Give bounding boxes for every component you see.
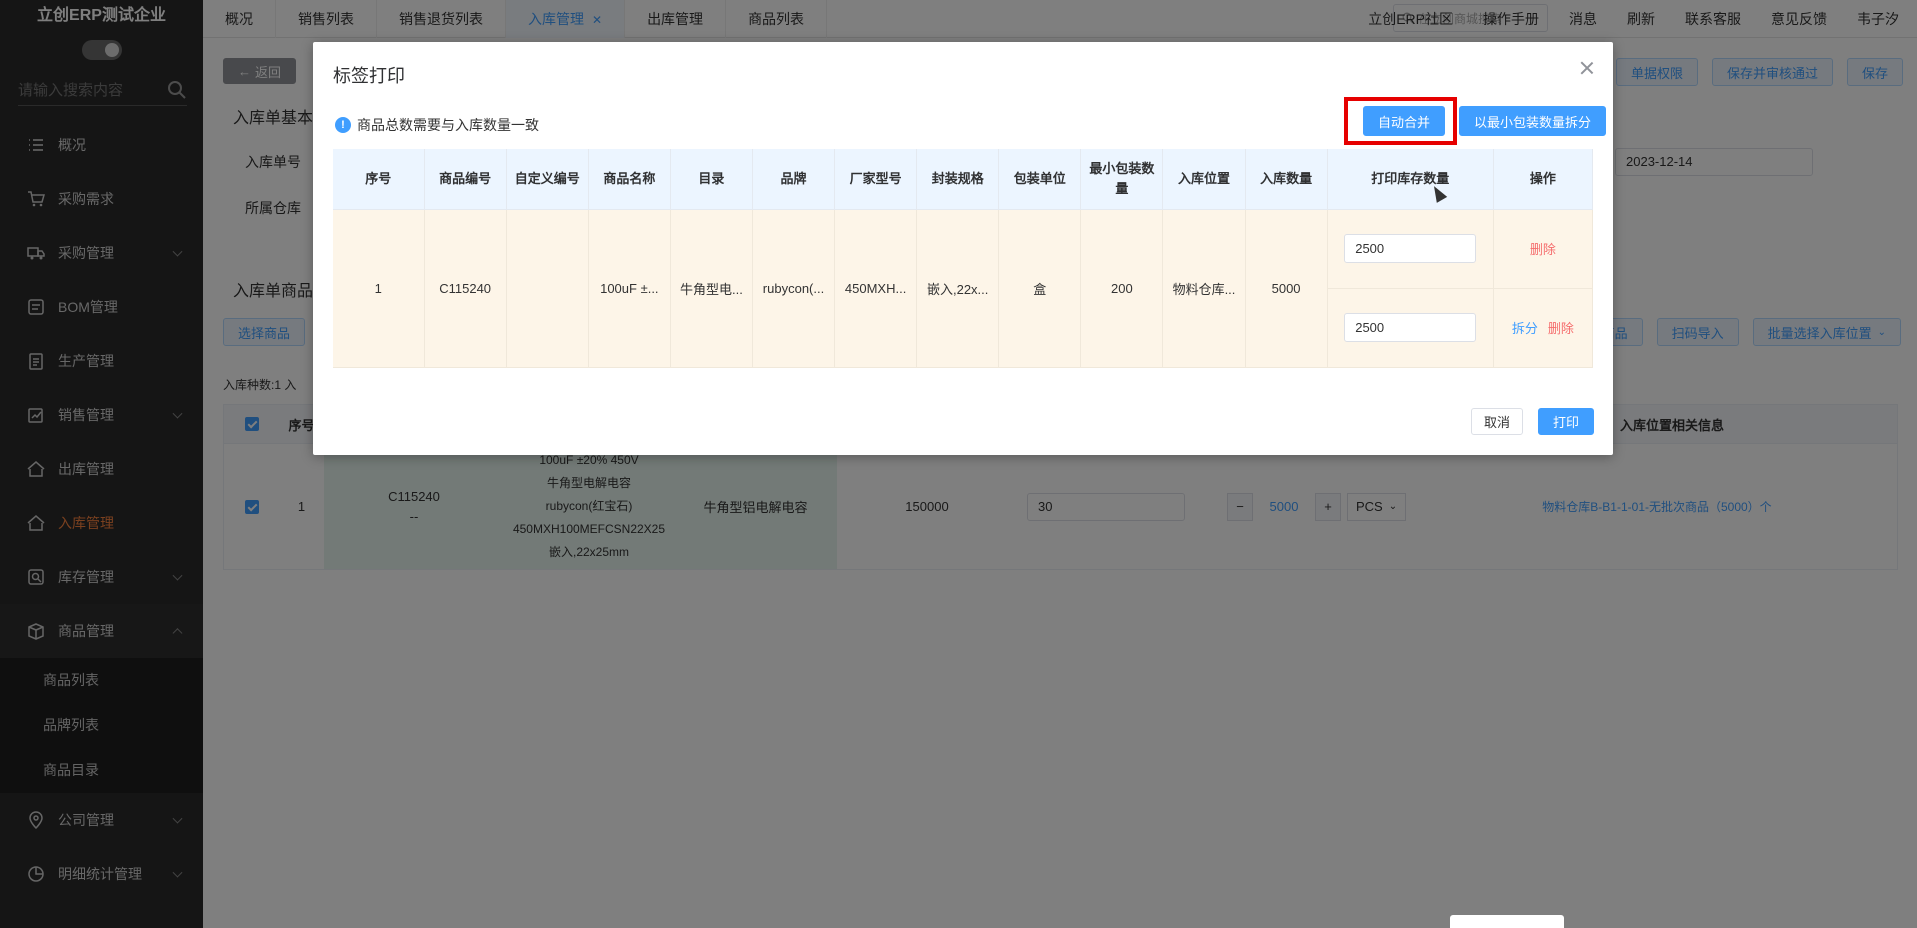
cell-goods-code: C115240 <box>424 209 507 368</box>
cell-goods-name: 100uF ±... <box>588 209 671 368</box>
cell-unit: 盒 <box>998 209 1082 368</box>
cancel-button[interactable]: 取消 <box>1471 408 1524 435</box>
cell-actions: 删除 <box>1493 209 1594 289</box>
col-location: 入库位置 <box>1162 149 1246 210</box>
cell-print-qty: 2500 <box>1327 288 1494 368</box>
cell-index: 1 <box>333 209 425 368</box>
col-print-qty: 打印库存数量 <box>1327 149 1494 210</box>
print-qty-input[interactable]: 2500 <box>1344 313 1477 342</box>
delete-link[interactable]: 删除 <box>1548 321 1574 336</box>
col-custom-code: 自定义编号 <box>506 149 589 210</box>
split-link[interactable]: 拆分 <box>1512 321 1538 336</box>
delete-link[interactable]: 删除 <box>1530 242 1556 257</box>
cell-location: 物料仓库... <box>1162 209 1246 368</box>
col-in-qty: 入库数量 <box>1245 149 1328 210</box>
cell-min-pack: 200 <box>1080 209 1164 368</box>
cell-package: 嵌入,22x... <box>916 209 1000 368</box>
close-icon[interactable] <box>1579 60 1595 76</box>
info-icon: ! <box>335 117 351 133</box>
col-goods-name: 商品名称 <box>588 149 671 210</box>
col-brand: 品牌 <box>752 149 836 210</box>
cell-actions: 拆分 删除 <box>1493 288 1594 368</box>
label-print-table: 序号 商品编号 自定义编号 商品名称 目录 品牌 厂家型号 封装规格 包装单位 … <box>333 149 1594 368</box>
print-qty-input[interactable]: 2500 <box>1344 234 1477 263</box>
split-by-min-pack-button[interactable]: 以最小包装数量拆分 <box>1459 106 1607 136</box>
col-min-pack: 最小包装数量 <box>1080 149 1164 210</box>
col-index: 序号 <box>333 149 425 210</box>
col-package: 封装规格 <box>916 149 1000 210</box>
dialog-notice: ! 商品总数需要与入库数量一致 <box>335 115 539 135</box>
col-model: 厂家型号 <box>834 149 918 210</box>
table-row: 1 C115240 100uF ±... 牛角型电... rubycon(...… <box>333 209 1594 368</box>
col-unit: 包装单位 <box>998 149 1082 210</box>
floating-widget[interactable] <box>1450 915 1564 928</box>
label-print-dialog: 标签打印 ! 商品总数需要与入库数量一致 自动合并 以最小包装数量拆分 序号 商… <box>313 42 1613 455</box>
col-actions: 操作 <box>1493 149 1594 210</box>
cell-print-qty: 2500 <box>1327 209 1494 289</box>
cell-category: 牛角型电... <box>670 209 753 368</box>
notice-text: 商品总数需要与入库数量一致 <box>357 117 539 133</box>
cell-custom-code <box>506 209 589 368</box>
auto-merge-button[interactable]: 自动合并 <box>1363 106 1446 136</box>
print-button[interactable]: 打印 <box>1538 408 1595 435</box>
cell-in-qty: 5000 <box>1245 209 1328 368</box>
col-category: 目录 <box>670 149 753 210</box>
dialog-title: 标签打印 <box>333 66 405 86</box>
col-goods-code: 商品编号 <box>424 149 507 210</box>
table-header-row: 序号 商品编号 自定义编号 商品名称 目录 品牌 厂家型号 封装规格 包装单位 … <box>333 149 1594 210</box>
cell-model: 450MXH... <box>834 209 918 368</box>
cell-brand: rubycon(... <box>752 209 836 368</box>
